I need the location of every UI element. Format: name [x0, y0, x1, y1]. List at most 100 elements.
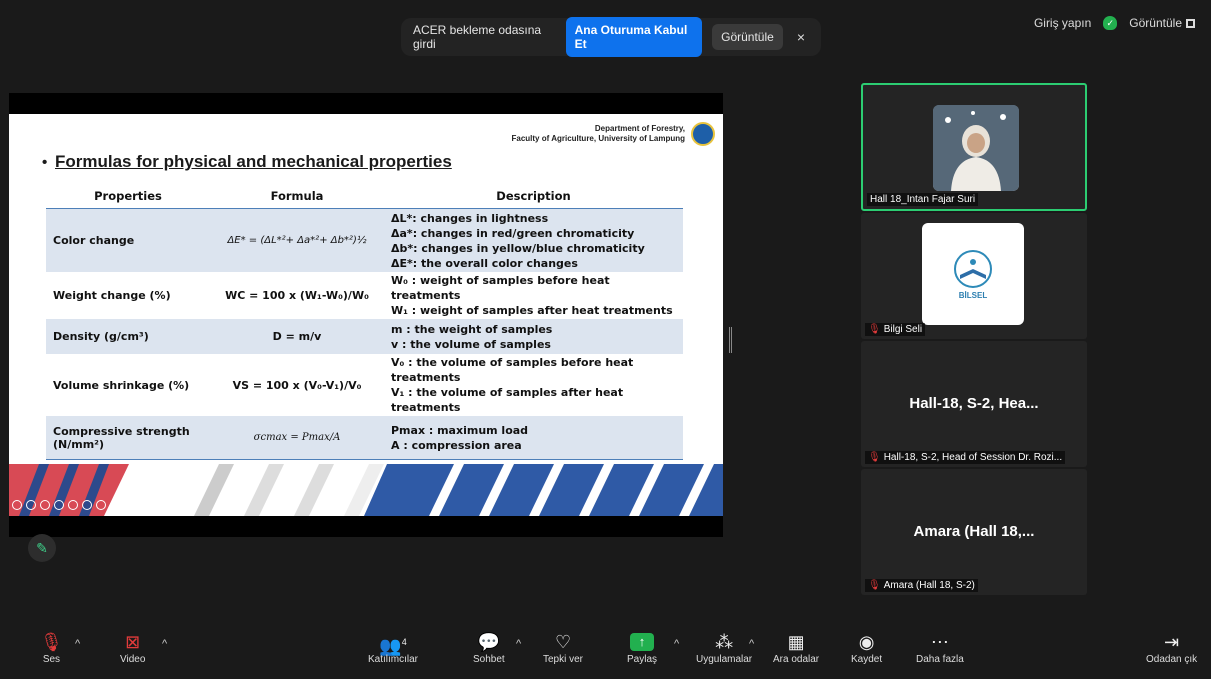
back-icon[interactable]: [12, 500, 22, 510]
audio-button[interactable]: 🎙 Ses: [40, 630, 63, 665]
table-row: Density (g/cm³) D = m/v m : the weight o…: [46, 318, 683, 355]
header-properties: Properties: [46, 184, 210, 209]
description-cell: m : the weight of samples v : the volume…: [384, 318, 683, 355]
participants-icon: 👥4: [379, 636, 407, 656]
video-off-icon: ⊠: [125, 632, 141, 652]
description-line: W₀ : weight of samples before heat treat…: [391, 274, 610, 302]
header-formula: Formula: [210, 184, 384, 209]
settings-icon[interactable]: [96, 500, 106, 510]
property-cell: Weight change (%): [46, 272, 210, 319]
share-screen-icon: ↑: [630, 633, 654, 651]
dept-line-1: Department of Forestry,: [594, 124, 685, 133]
table-header-row: Properties Formula Description: [46, 184, 683, 209]
description-line: Δa*: changes in red/green chromaticity: [391, 226, 635, 240]
annotate-pen-icon[interactable]: ✎: [28, 534, 56, 562]
participant-name: Hall 18_Intan Fajar Suri: [867, 193, 979, 206]
participant-display-name: Hall-18, S-2, Hea...: [909, 395, 1039, 412]
video-button[interactable]: ⊠ Video: [120, 630, 145, 665]
participant-name: 🎙 Hall-18, S-2, Head of Session Dr. Rozi.…: [865, 451, 1066, 464]
formula-cell: WC = 100 x (W₁-W₀)/W₀: [210, 272, 384, 319]
property-cell: Volume shrinkage (%): [46, 354, 210, 416]
signin-link[interactable]: Giriş yapın: [1034, 16, 1091, 30]
zoom-icon[interactable]: [40, 500, 50, 510]
participant-avatar: BİLSEL: [922, 223, 1024, 325]
formula-cell: D = m/v: [210, 318, 384, 355]
description-cell: ΔL*: changes in lightness Δa*: changes i…: [384, 208, 683, 273]
participant-name-text: Hall 18_Intan Fajar Suri: [870, 194, 976, 205]
camera-icon[interactable]: [68, 500, 78, 510]
participant-tile[interactable]: Hall-18, S-2, Hea... 🎙 Hall-18, S-2, Head…: [861, 341, 1087, 467]
mic-muted-icon: 🎙: [868, 324, 881, 335]
participant-name-text: Bilgi Seli: [883, 324, 923, 335]
leave-button[interactable]: ⇥ Odadan çık: [1146, 630, 1197, 665]
waiting-room-notification: ACER bekleme odasına girdi Ana Oturuma K…: [401, 17, 821, 57]
record-button[interactable]: ◉ Kaydet: [851, 630, 882, 665]
participant-display-name: Amara (Hall 18,...: [913, 523, 1035, 540]
participant-count: 4: [401, 637, 407, 647]
description-line: m : the weight of samples: [391, 322, 553, 336]
formula-cell: ΔE* = (ΔL*²+ Δa*²+ Δb*²)½: [210, 208, 384, 273]
chevron-up-icon[interactable]: ^: [75, 638, 80, 650]
more-button[interactable]: ⋯ Daha fazla: [916, 630, 964, 665]
participant-name-text: Amara (Hall 18, S-2): [883, 580, 975, 591]
slideshow-controls: [12, 500, 106, 510]
captions-icon[interactable]: [54, 500, 64, 510]
description-line: Pmax : maximum load: [391, 423, 529, 437]
description-cell: W₀ : weight of samples before heat treat…: [384, 272, 683, 319]
breakout-label: Ara odalar: [773, 654, 820, 665]
participant-name: 🎙 Amara (Hall 18, S-2): [865, 579, 978, 592]
description-cell: Pmax : maximum load A : compression area: [384, 415, 683, 460]
view-menu[interactable]: Görüntüle: [1129, 16, 1195, 30]
chevron-up-icon[interactable]: ^: [749, 638, 754, 650]
shield-icon[interactable]: ✓: [1103, 16, 1118, 30]
participant-tile[interactable]: Amara (Hall 18,... 🎙 Amara (Hall 18, S-2): [861, 469, 1087, 595]
grid-icon: [1186, 19, 1195, 29]
share-label: Paylaş: [627, 654, 658, 665]
slide-title: Formulas for physical and mechanical pro…: [55, 152, 452, 171]
university-logo: [691, 122, 715, 146]
description-line: V₁ : the volume of samples after heat tr…: [391, 386, 624, 414]
bullet-icon: •: [42, 154, 48, 171]
top-right-controls: Giriş yapın ✓ Görüntüle: [1034, 16, 1195, 30]
property-cell: Compressive strength (N/mm²): [46, 415, 210, 460]
apps-button[interactable]: ⁂ Uygulamalar: [696, 630, 752, 665]
property-cell: Density (g/cm³): [46, 318, 210, 355]
person-avatar-icon: [933, 105, 1019, 191]
logo-text: BİLSEL: [958, 290, 988, 300]
apps-label: Uygulamalar: [696, 654, 753, 665]
more-icon[interactable]: [82, 500, 92, 510]
participant-name-text: Hall-18, S-2, Head of Session Dr. Rozi..…: [883, 452, 1063, 463]
participants-button[interactable]: 👥4 Katılımcılar: [368, 630, 418, 665]
participants-label: Katılımcılar: [368, 654, 419, 665]
record-icon: ◉: [858, 632, 875, 652]
apps-icon: ⁂: [715, 632, 734, 652]
close-icon[interactable]: ×: [793, 29, 809, 45]
video-label: Video: [120, 654, 146, 665]
more-icon: ⋯: [930, 632, 949, 652]
chevron-up-icon[interactable]: ^: [162, 638, 167, 650]
description-line: V₀ : the volume of samples before heat t…: [391, 356, 634, 384]
more-label: Daha fazla: [916, 654, 964, 665]
table-row: Compressive strength (N/mm²) σcmax = Pma…: [46, 415, 683, 460]
chevron-up-icon[interactable]: ^: [674, 638, 679, 650]
pen-icon[interactable]: [26, 500, 36, 510]
participant-tile[interactable]: BİLSEL 🎙 Bilgi Seli: [861, 213, 1087, 339]
view-button[interactable]: Görüntüle: [712, 24, 783, 50]
mic-muted-icon: 🎙: [40, 632, 63, 652]
audio-label: Ses: [42, 654, 61, 665]
react-button[interactable]: ♡ Tepki ver: [543, 630, 583, 665]
resize-handle[interactable]: [729, 327, 732, 353]
breakout-rooms-button[interactable]: ▦ Ara odalar: [773, 630, 819, 665]
description-line: ΔL*: changes in lightness: [391, 211, 549, 225]
chat-button[interactable]: 💬 Sohbet: [473, 630, 505, 665]
header-description: Description: [384, 184, 683, 209]
book-logo-icon: [954, 249, 992, 288]
leave-label: Odadan çık: [1146, 654, 1198, 665]
table-row: Color change ΔE* = (ΔL*²+ Δa*²+ Δb*²)½ Δ…: [46, 208, 683, 273]
decorative-stripes: [9, 464, 723, 516]
admit-button[interactable]: Ana Oturuma Kabul Et: [565, 17, 703, 57]
notification-text: ACER bekleme odasına girdi: [413, 23, 542, 51]
share-button[interactable]: ↑ Paylaş: [627, 630, 657, 665]
participant-tile[interactable]: Hall 18_Intan Fajar Suri: [861, 83, 1087, 211]
chevron-up-icon[interactable]: ^: [516, 638, 521, 650]
